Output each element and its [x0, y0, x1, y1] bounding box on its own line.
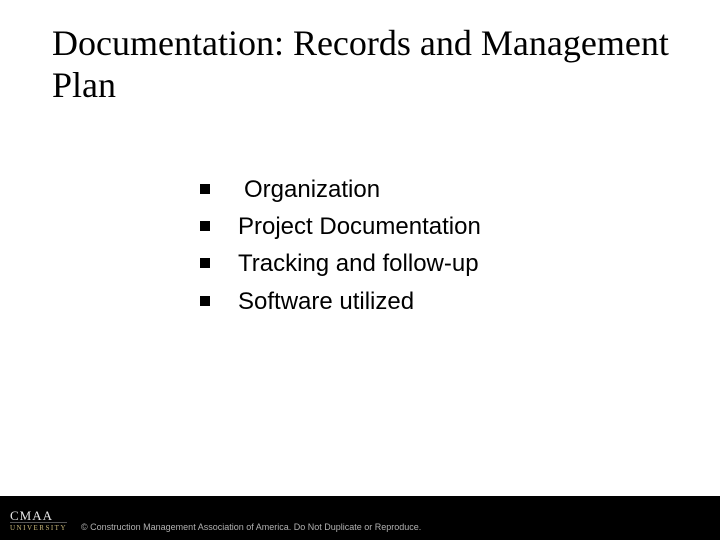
logo-top-text: CMAA [10, 509, 53, 522]
list-item-text: Organization [244, 174, 380, 205]
square-bullet-icon [200, 296, 210, 306]
footer-logo: CMAA UNIVERSITY [10, 509, 67, 534]
copyright-text: © Construction Management Association of… [81, 522, 421, 534]
list-item: Tracking and follow-up [200, 248, 660, 279]
slide-title: Documentation: Records and Management Pl… [52, 22, 672, 107]
square-bullet-icon [200, 221, 210, 231]
square-bullet-icon [200, 184, 210, 194]
square-bullet-icon [200, 258, 210, 268]
list-item-text: Project Documentation [238, 211, 481, 242]
list-item-text: Software utilized [238, 286, 414, 317]
bullet-list: Organization Project Documentation Track… [200, 174, 660, 323]
list-item-text: Tracking and follow-up [238, 248, 479, 279]
logo-bottom-text: UNIVERSITY [10, 522, 67, 534]
list-item: Project Documentation [200, 211, 660, 242]
list-item: Software utilized [200, 286, 660, 317]
footer-inner: CMAA UNIVERSITY © Construction Managemen… [0, 496, 720, 540]
footer-bar: CMAA UNIVERSITY © Construction Managemen… [0, 496, 720, 540]
list-item: Organization [200, 174, 660, 205]
slide: Documentation: Records and Management Pl… [0, 0, 720, 540]
